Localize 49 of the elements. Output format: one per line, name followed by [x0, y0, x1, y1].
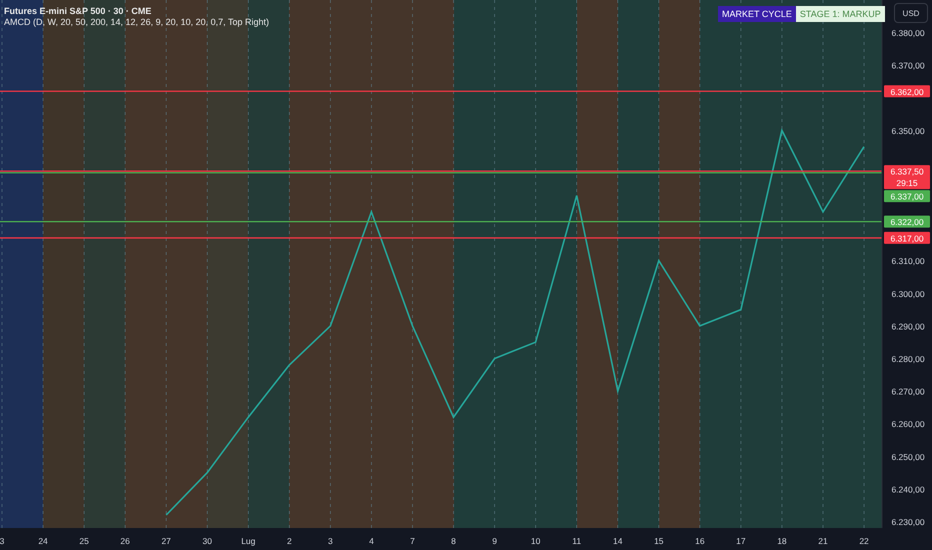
date-label: 16	[695, 536, 705, 546]
date-label: 8	[451, 536, 456, 546]
currency-button[interactable]: USD	[894, 3, 928, 23]
date-label: 9	[492, 536, 497, 546]
price-label: 6.362,00	[884, 85, 930, 98]
price-tick-label: 6.270,00	[891, 386, 925, 397]
price-tick-label: 6.280,00	[891, 354, 925, 364]
indicator-label: AMCD (D, W, 20, 50, 200, 14, 12, 26, 9, 20, 10, 20, 0,7, Top Right)	[4, 17, 269, 27]
stage-label: STAGE 1: MARKUP	[796, 6, 885, 22]
price-tick-label: 6.250,00	[891, 452, 925, 462]
date-label: 4	[369, 536, 374, 546]
price-tick-label: 6.300,00	[891, 288, 925, 299]
ref-line-label: 6.337,50	[890, 166, 924, 177]
date-label: 18	[777, 536, 787, 546]
date-label: 15	[654, 536, 664, 546]
date-label: 25	[79, 536, 89, 546]
ref-line-label: 6.337,00	[890, 192, 924, 202]
date-label: 17	[736, 536, 746, 546]
ref-line-label: 6.362,00	[890, 86, 924, 97]
price-tick-label: 6.380,00	[891, 28, 925, 38]
price-tick-label: 6.290,00	[891, 321, 925, 332]
ref-line-label: 6.317,00	[890, 233, 924, 244]
date-label: 11	[572, 536, 582, 546]
market-cycle-label: MARKET CYCLE	[718, 6, 796, 22]
date-label: 10	[530, 536, 540, 546]
price-label: 6.337,00	[884, 190, 930, 202]
date-label: Lug	[241, 536, 256, 546]
price-label: 6.322,00	[884, 216, 930, 228]
symbol-title: Futures E-mini S&P 500 · 30 · CME	[4, 6, 152, 16]
ref-line-label: 6.322,00	[890, 217, 924, 228]
date-label: 27	[161, 536, 171, 546]
price-tick-label: 6.310,00	[891, 256, 925, 266]
date-label: 14	[613, 536, 622, 546]
date-label: 22	[859, 536, 869, 546]
date-label: 3	[0, 536, 4, 546]
price-tick-label: 6.260,00	[891, 419, 925, 430]
date-label: 7	[410, 536, 415, 546]
date-label: 26	[120, 536, 130, 546]
date-label: 30	[202, 536, 212, 546]
price-tick-label: 6.240,00	[891, 484, 925, 494]
price-label: 6.317,00	[884, 232, 930, 244]
price-label: 6.337,50 29:15	[884, 165, 930, 190]
price-tick-label: 6.230,00	[891, 516, 925, 527]
date-label: 3	[328, 536, 333, 546]
date-label: 21	[818, 536, 828, 546]
price-tick-label: 6.350,00	[891, 126, 925, 136]
date-label: 24	[38, 536, 48, 546]
price-tick-label: 6.370,00	[891, 60, 925, 71]
date-label: 2	[286, 536, 292, 546]
